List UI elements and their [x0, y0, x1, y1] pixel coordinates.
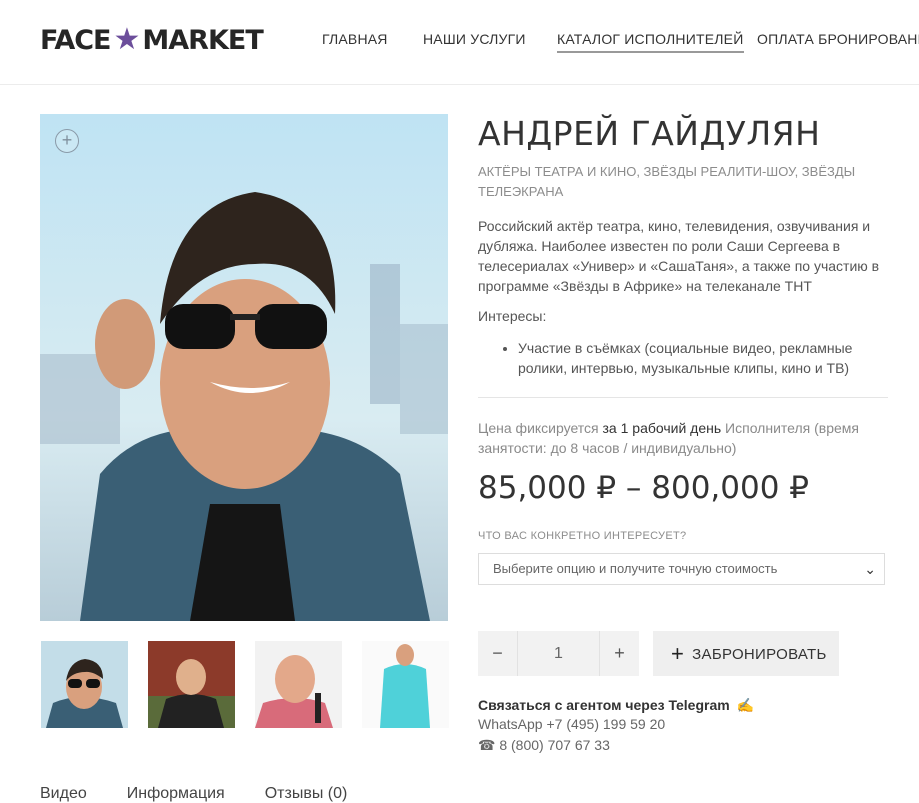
star-icon: ★ — [113, 22, 141, 57]
product-title: АНДРЕЙ ГАЙДУЛЯН — [478, 114, 821, 153]
thumbnail-1[interactable] — [41, 641, 128, 728]
price-note: Цена фиксируется за 1 рабочий день Испол… — [478, 418, 888, 458]
product-tabs: Видео Информация Отзывы (0) — [40, 785, 387, 803]
tab-information[interactable]: Информация — [127, 785, 225, 802]
zoom-icon[interactable]: + — [55, 129, 79, 153]
quantity-stepper: − 1 + — [478, 631, 639, 676]
plus-icon: + — [671, 641, 685, 666]
quantity-input[interactable]: 1 — [517, 631, 600, 676]
tab-reviews[interactable]: Отзывы (0) — [265, 785, 348, 802]
interests-list: Участие в съёмках (социальные видео, рек… — [498, 338, 898, 378]
nav-item-services[interactable]: НАШИ УСЛУГИ — [423, 31, 526, 47]
price-note-highlight: за 1 рабочий день — [602, 420, 722, 436]
quantity-decrease-button[interactable]: − — [478, 631, 517, 676]
logo-text-face: FACE — [40, 24, 112, 56]
option-select-placeholder: Выберите опцию и получите точную стоимос… — [493, 561, 778, 576]
divider — [478, 397, 888, 398]
product-categories[interactable]: АКТЁРЫ ТЕАТРА И КИНО, ЗВЁЗДЫ РЕАЛИТИ-ШОУ… — [478, 162, 858, 202]
price-range: 85,000 ₽ – 800,000 ₽ — [478, 470, 810, 506]
chevron-down-icon: ⌄ — [864, 561, 876, 577]
thumbnail-2[interactable] — [148, 641, 235, 728]
product-description: Российский актёр театра, кино, телевиден… — [478, 218, 880, 294]
writing-hand-icon: ✍ — [736, 697, 755, 713]
whatsapp-contact[interactable]: WhatsApp +7 (495) 199 59 20 — [478, 716, 665, 732]
option-question-label: ЧТО ВАС КОНКРЕТНО ИНТЕРЕСУЕТ? — [478, 530, 687, 542]
book-button[interactable]: + ЗАБРОНИРОВАТЬ — [653, 631, 839, 676]
telegram-contact-link[interactable]: Связаться с агентом через Telegram ✍ — [478, 697, 754, 714]
interest-item: Участие в съёмках (социальные видео, рек… — [518, 338, 898, 378]
logo-text-market: MARKET — [142, 24, 263, 56]
quantity-increase-button[interactable]: + — [600, 631, 639, 676]
price-note-prefix: Цена фиксируется — [478, 420, 603, 436]
nav-item-catalog[interactable]: КАТАЛОГ ИСПОЛНИТЕЛЕЙ — [557, 31, 744, 53]
telegram-contact-label: Связаться с агентом через Telegram — [478, 697, 730, 713]
book-button-label: ЗАБРОНИРОВАТЬ — [692, 646, 827, 663]
option-select[interactable]: Выберите опцию и получите точную стоимос… — [478, 553, 885, 585]
site-header: FACE ★ MARKET ГЛАВНАЯ НАШИ УСЛУГИ КАТАЛО… — [0, 0, 919, 85]
thumbnail-3[interactable] — [255, 641, 342, 728]
tab-video[interactable]: Видео — [40, 785, 87, 802]
main-photo[interactable] — [40, 114, 448, 621]
nav-item-payment[interactable]: ОПЛАТА БРОНИРОВАНИЯ — [757, 31, 919, 47]
logo[interactable]: FACE ★ MARKET — [40, 22, 264, 57]
phone-contact[interactable]: ☎ 8 (800) 707 67 33 — [478, 737, 610, 754]
interests-label: Интересы: — [478, 308, 547, 324]
nav-item-home[interactable]: ГЛАВНАЯ — [322, 31, 388, 47]
thumbnail-4[interactable] — [362, 641, 449, 728]
